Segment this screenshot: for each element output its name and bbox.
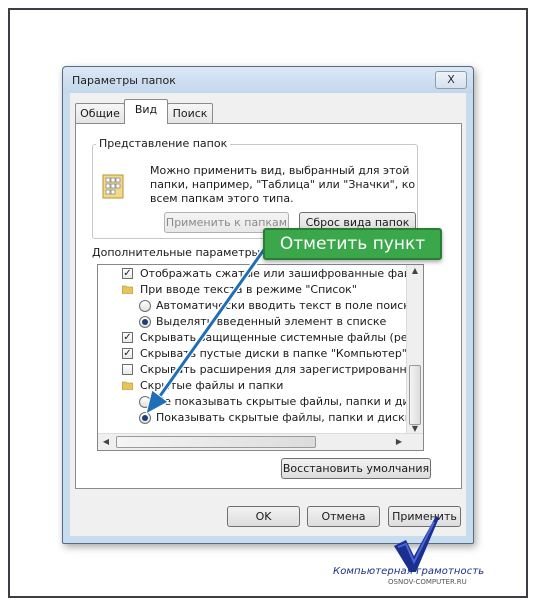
annotation-arrow	[145, 241, 271, 415]
annotation-callout: Отметить пункт	[263, 228, 442, 260]
watermark-title: Компьютерная грамотность	[333, 566, 485, 577]
checkmark-logo-icon	[394, 516, 439, 572]
watermark-url: OSNOV-COMPUTER.RU	[388, 578, 467, 586]
